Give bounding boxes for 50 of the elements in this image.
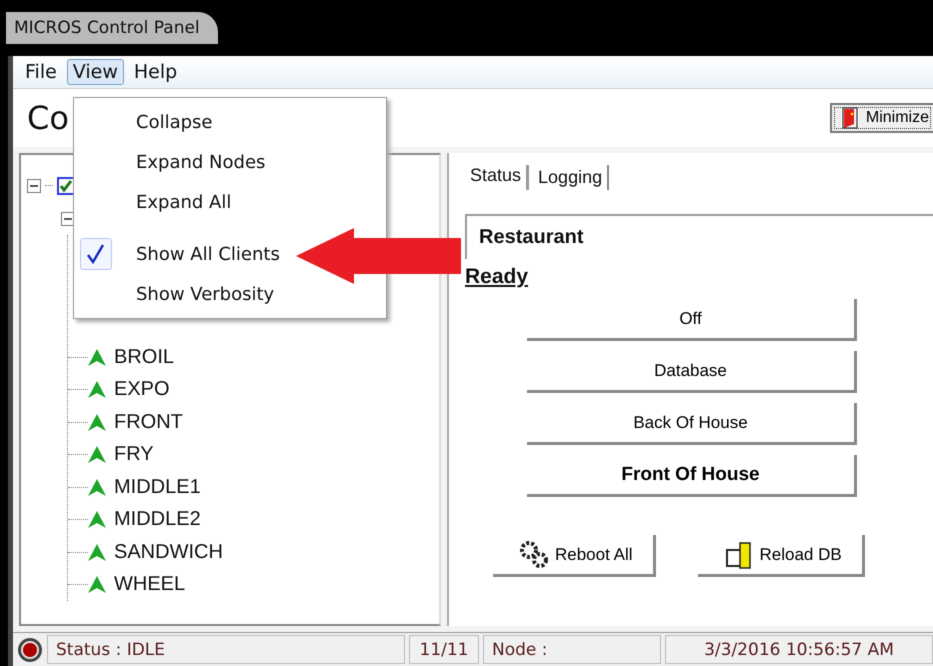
tree-item[interactable]: FRONT [114, 410, 183, 434]
menu-option[interactable]: Collapse [74, 102, 212, 142]
menu-item[interactable]: View [66, 59, 124, 85]
triangle-icon [88, 348, 106, 366]
tree-item[interactable]: MIDDLE1 [114, 476, 201, 499]
minimize-button[interactable]: Minimize [830, 103, 933, 133]
panel-heading: Co [27, 99, 69, 137]
state-label: Ready [465, 265, 528, 289]
triangle-icon [88, 446, 106, 464]
tree-item[interactable]: WHEEL [114, 573, 186, 596]
menu-item[interactable]: Help [128, 59, 184, 85]
tree-item[interactable]: FRY [114, 443, 154, 466]
menu-option[interactable]: Expand Nodes [74, 142, 266, 182]
restaurant-name: Restaurant [465, 214, 933, 259]
mode-button[interactable]: Back Of House [527, 403, 857, 445]
triangle-icon [88, 478, 106, 496]
mode-button[interactable]: Off [527, 299, 857, 341]
window-title: MICROS Control Panel [6, 12, 218, 44]
triangle-icon [88, 544, 106, 561]
triangle-icon [88, 511, 106, 528]
menu-option[interactable]: Show Verbosity [74, 274, 274, 314]
triangle-icon [88, 414, 106, 431]
tab[interactable]: Logging [533, 165, 610, 190]
mode-button[interactable]: Database [527, 351, 857, 393]
door-icon [842, 107, 858, 129]
status-text: Status : IDLE [47, 635, 405, 664]
collapse-icon[interactable] [61, 212, 75, 226]
arrow-icon [296, 228, 464, 284]
record-icon [17, 636, 43, 662]
tree-item[interactable]: BROIL [114, 346, 174, 369]
database-icon [724, 540, 754, 570]
collapse-icon[interactable] [27, 178, 41, 192]
tree-item[interactable]: MIDDLE2 [114, 508, 201, 532]
checkbox-icon[interactable] [57, 176, 75, 194]
tab[interactable]: Status [465, 165, 530, 190]
date-time: 3/3/2016 10:56:57 AM [665, 635, 933, 664]
menu-item[interactable]: File [19, 59, 63, 85]
triangle-icon [88, 576, 106, 594]
menu-option[interactable]: Expand All [74, 182, 232, 222]
node-label: Node : [483, 635, 661, 664]
action-button[interactable]: Reboot All [493, 535, 656, 577]
gear-icon [519, 540, 549, 570]
menu-option[interactable]: Show All Clients [74, 234, 280, 274]
triangle-icon [88, 381, 106, 398]
checkmark-icon [86, 243, 106, 265]
mode-button[interactable]: Front Of House [527, 455, 857, 497]
tree-item[interactable]: EXPO [114, 378, 170, 402]
tree-item[interactable]: SANDWICH [114, 540, 223, 564]
client-count: 11/11 [409, 635, 479, 664]
action-button[interactable]: Reload DB [698, 535, 865, 577]
